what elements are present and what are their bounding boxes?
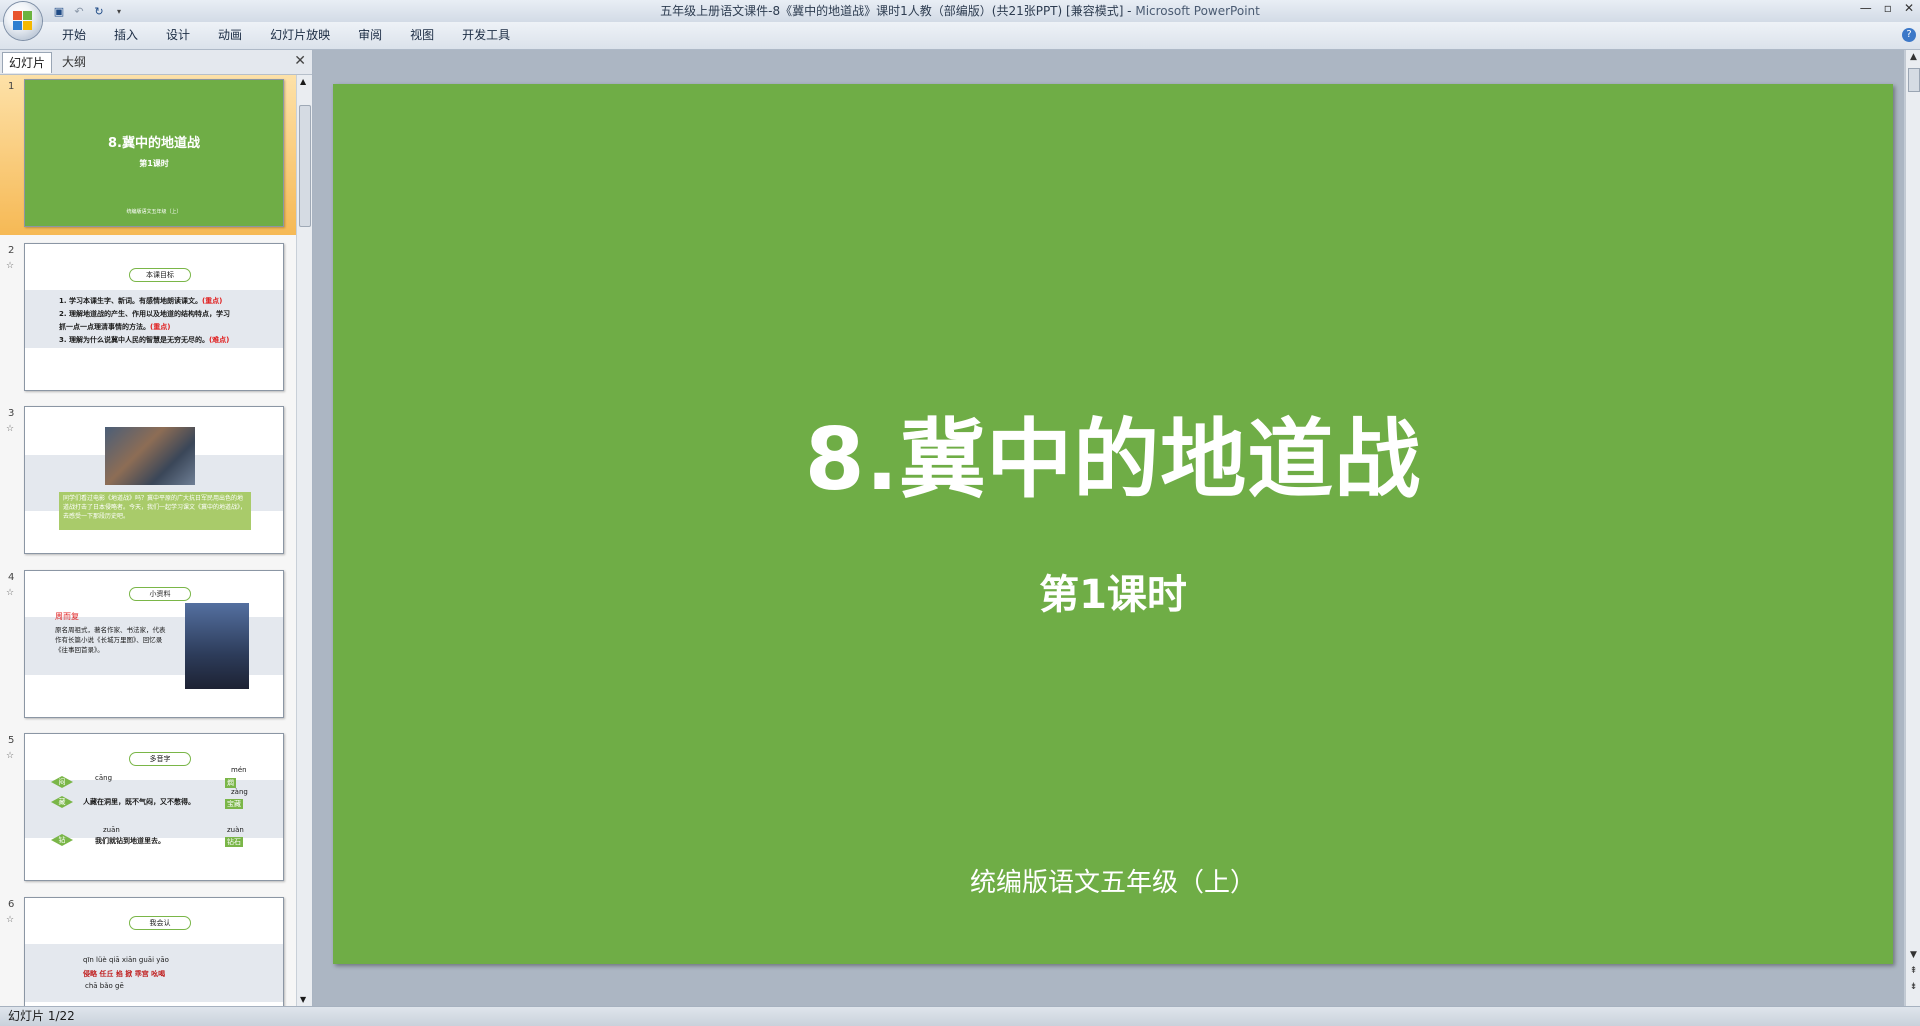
- status-bar: 幻灯片 1/22: [0, 1006, 1920, 1026]
- tab-insert[interactable]: 插入: [100, 22, 152, 49]
- previous-slide-icon[interactable]: ⇞: [1906, 966, 1920, 976]
- tab-slides[interactable]: 幻灯片: [2, 52, 53, 73]
- scrollbar-thumb[interactable]: [1908, 68, 1920, 92]
- thumb-sentence: 人藏在洞里，既不气闷，又不憋得。: [83, 798, 195, 806]
- close-icon[interactable]: ✕: [1904, 1, 1914, 15]
- animation-star-icon: ☆: [6, 588, 15, 598]
- thumb-pinyin: zuān: [103, 826, 120, 834]
- thumbnail-slide-4[interactable]: 小资料 周而复 原名周祖式，著名作家、书法家，代表作有长篇小说《长城万里图》、回…: [24, 570, 284, 718]
- thumbnail-list: 1 8.冀中的地道战 第1课时 统编版语文五年级（上） 2 ☆ 本课目标 1. …: [0, 75, 296, 1006]
- thumb-footer: 统编版语文五年级（上）: [126, 209, 182, 215]
- tab-slideshow[interactable]: 幻灯片放映: [256, 22, 344, 49]
- tab-review[interactable]: 审阅: [344, 22, 396, 49]
- thumb-portrait: [185, 603, 249, 689]
- thumbnail-slide-6[interactable]: 我会认 qīn lüè qiā xiān guāi yāo 侵略 任丘 掐 掀 …: [24, 897, 284, 1006]
- next-slide-icon[interactable]: ⇟: [1906, 982, 1920, 992]
- title-bar: 五年级上册语文课件-8《冀中的地道战》课时1人教（部编版）(共21张PPT) […: [0, 0, 1920, 23]
- thumb-pinyin: mén: [231, 766, 247, 774]
- thumb-pinyin: chā bǎo gē: [85, 982, 124, 990]
- animation-star-icon: ☆: [6, 424, 15, 434]
- tab-developer[interactable]: 开发工具: [448, 22, 524, 49]
- thumb-tag: 燜: [225, 778, 236, 788]
- thumb-sentence: 我们就钻到地道里去。: [95, 837, 165, 845]
- editor-scrollbar[interactable]: ▲ ▼ ⇞ ⇟: [1905, 50, 1920, 1006]
- office-button[interactable]: [4, 2, 42, 40]
- thumb-pinyin: zàng: [231, 788, 248, 796]
- thumb-line: 1. 学习本课生字、新词。有感情地朗读课文。(重点): [59, 297, 223, 305]
- thumb-title: 8.冀中的地道战: [108, 136, 200, 151]
- thumb-photo: [105, 427, 195, 485]
- slide-number: 5: [8, 735, 15, 746]
- thumbnails-scrollbar[interactable]: ▲ ▼: [296, 75, 312, 1006]
- thumb-tag: 宝藏: [225, 799, 243, 809]
- thumb-pill: 小资料: [129, 587, 191, 601]
- slide-title[interactable]: 8.冀中的地道战: [333, 389, 1893, 514]
- thumbnail-slot-3[interactable]: 3 ☆ 同学们看过电影《地道战》吗？冀中平原的广大抗日军民用出色的地道战打击了日…: [0, 402, 296, 562]
- animation-star-icon: ☆: [6, 915, 15, 925]
- thumbnail-slot-4[interactable]: 4 ☆ 小资料 周而复 原名周祖式，著名作家、书法家，代表作有长篇小说《长城万里…: [0, 566, 296, 726]
- pane-tabs: 幻灯片 大纲 ✕: [0, 50, 312, 75]
- scroll-down-icon[interactable]: ▼: [300, 995, 306, 1004]
- tab-animations[interactable]: 动画: [204, 22, 256, 49]
- thumb-caption: 同学们看过电影《地道战》吗？冀中平原的广大抗日军民用出色的地道战打击了日本侵略者…: [59, 492, 251, 530]
- thumb-subtitle: 第1课时: [139, 159, 169, 168]
- minimize-icon[interactable]: —: [1860, 1, 1872, 15]
- thumbnail-slide-3[interactable]: 同学们看过电影《地道战》吗？冀中平原的广大抗日军民用出色的地道战打击了日本侵略者…: [24, 406, 284, 554]
- thumbnail-slide-2[interactable]: 本课目标 1. 学习本课生字、新词。有感情地朗读课文。(重点) 2. 理解地道战…: [24, 243, 284, 391]
- quick-access-toolbar: ▣ ↶ ↻ ▾: [52, 3, 126, 19]
- close-pane-icon[interactable]: ✕: [294, 53, 306, 69]
- tab-home[interactable]: 开始: [48, 22, 100, 49]
- thumb-words: 侵略 任丘 掐 掀 乖宫 吆喝: [83, 970, 166, 978]
- window-title: 五年级上册语文课件-8《冀中的地道战》课时1人教（部编版）(共21张PPT) […: [660, 4, 1260, 18]
- slide-number: 3: [8, 408, 15, 419]
- thumbnail-slot-6[interactable]: 6 ☆ 我会认 qīn lüè qiā xiān guāi yāo 侵略 任丘 …: [0, 893, 296, 1006]
- maximize-icon[interactable]: ▫: [1884, 1, 1892, 15]
- ribbon-tabs: 开始 插入 设计 动画 幻灯片放映 审阅 视图 开发工具: [48, 22, 524, 49]
- scroll-up-icon[interactable]: ▲: [1906, 52, 1920, 62]
- thumbnail-slide-5[interactable]: 多音字 闷 cāng mén 燜 藏 人藏在洞里，既不气闷，又不憋得。 zàng…: [24, 733, 284, 881]
- thumb-pinyin: qīn lüè qiā xiān guāi yāo: [83, 956, 169, 964]
- thumb-line: 3. 理解为什么说冀中人民的智慧是无穷无尽的。(难点): [59, 336, 230, 344]
- thumbnail-slot-5[interactable]: 5 ☆ 多音字 闷 cāng mén 燜 藏 人藏在洞里，既不气闷，又不憋得。 …: [0, 729, 296, 889]
- current-slide[interactable]: 8.冀中的地道战 第1课时 统编版语文五年级（上）: [333, 84, 1893, 964]
- tab-view[interactable]: 视图: [396, 22, 448, 49]
- slide-subtitle[interactable]: 第1课时: [333, 562, 1893, 620]
- thumb-pill: 多音字: [129, 752, 191, 766]
- thumb-line: 2. 理解地道战的产生、作用以及地道的结构特点，学习: [59, 310, 230, 318]
- redo-icon[interactable]: ↻: [92, 4, 106, 18]
- office-logo-icon: [13, 11, 33, 31]
- ribbon: 开始 插入 设计 动画 幻灯片放映 审阅 视图 开发工具 ?: [0, 22, 1920, 50]
- thumb-tag: 钻石: [225, 837, 243, 847]
- scrollbar-thumb[interactable]: [299, 105, 311, 227]
- undo-icon[interactable]: ↶: [72, 4, 86, 18]
- thumb-pill: 本课目标: [129, 268, 191, 282]
- scroll-up-icon[interactable]: ▲: [300, 77, 306, 86]
- slide-number: 4: [8, 572, 15, 583]
- scroll-down-icon[interactable]: ▼: [1906, 950, 1920, 960]
- thumbnail-slot-2[interactable]: 2 ☆ 本课目标 1. 学习本课生字、新词。有感情地朗读课文。(重点) 2. 理…: [0, 239, 296, 399]
- thumb-line: 抓一点一点理清事情的方法。(重点): [59, 323, 171, 331]
- slides-pane: 幻灯片 大纲 ✕ 1 8.冀中的地道战 第1课时 统编版语文五年级（上） 2 ☆…: [0, 50, 313, 1006]
- thumbnail-slide-1[interactable]: 8.冀中的地道战 第1课时 统编版语文五年级（上）: [24, 79, 284, 227]
- save-icon[interactable]: ▣: [52, 4, 66, 18]
- slide-editor: 8.冀中的地道战 第1课时 统编版语文五年级（上）: [313, 50, 1904, 1006]
- window-controls: — ▫ ✕: [1860, 1, 1914, 15]
- thumb-name: 周而复: [55, 612, 79, 621]
- tab-design[interactable]: 设计: [152, 22, 204, 49]
- slide-number: 2: [8, 245, 15, 256]
- slide-footer[interactable]: 统编版语文五年级（上）: [333, 862, 1893, 899]
- thumbnail-slot-1[interactable]: 1 8.冀中的地道战 第1课时 统编版语文五年级（上）: [0, 75, 296, 235]
- slide-number: 6: [8, 899, 15, 910]
- thumb-pill: 我会认: [129, 916, 191, 930]
- customize-qat-icon[interactable]: ▾: [112, 4, 126, 18]
- thumb-pinyin: zuàn: [227, 826, 244, 834]
- tab-outline[interactable]: 大纲: [56, 52, 92, 72]
- animation-star-icon: ☆: [6, 751, 15, 761]
- help-icon[interactable]: ?: [1902, 28, 1916, 42]
- thumb-bio: 原名周祖式，著名作家、书法家，代表作有长篇小说《长城万里图》、回忆录《往事回首录…: [55, 626, 166, 654]
- animation-star-icon: ☆: [6, 261, 15, 271]
- slide-indicator: 幻灯片 1/22: [8, 1009, 75, 1023]
- thumb-pinyin: cāng: [95, 774, 113, 782]
- slide-number: 1: [8, 81, 15, 92]
